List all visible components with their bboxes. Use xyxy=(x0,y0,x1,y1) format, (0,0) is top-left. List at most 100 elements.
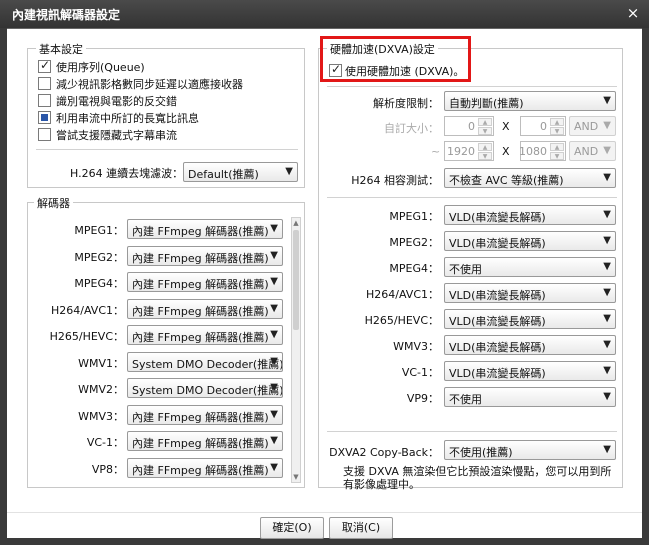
chevron-down-icon: ▼ xyxy=(270,408,278,420)
scroll-down-icon[interactable]: ▼ xyxy=(292,472,300,482)
decoder-row-label: VC-1： xyxy=(86,436,124,449)
basic-divider xyxy=(36,149,298,150)
decoder-row-select[interactable]: 內建 FFmpeg 解碼器(推薦) ▼ xyxy=(127,431,283,451)
aspect-ratio-checkbox[interactable] xyxy=(38,111,51,124)
min-height-spinner[interactable]: 0 ▲ ▼ xyxy=(520,116,566,136)
decoder-row-value: 內建 FFmpeg 解碼器(推薦) xyxy=(132,437,269,450)
max-operator-value: AND xyxy=(574,145,599,158)
chevron-down-icon: ▼ xyxy=(603,145,611,156)
decoder-row-label: H264/AVC1： xyxy=(51,303,124,317)
chevron-down-icon: ▼ xyxy=(603,261,611,272)
dxva-codec-label: WMV3： xyxy=(393,340,439,353)
copyback-select[interactable]: 不使用(推薦) ▼ xyxy=(444,440,616,460)
basic-settings-group: 基本設定 使用序列(Queue) 減少視訊影格數同步延遲以適應接收器 識別電視與… xyxy=(27,41,305,188)
decoder-row-label: MPEG2： xyxy=(74,250,124,264)
spin-up-icon[interactable]: ▲ xyxy=(478,143,492,151)
chevron-down-icon: ▼ xyxy=(603,95,611,106)
title-bar[interactable]: 內建視訊解碼器設定 × xyxy=(0,0,649,28)
close-icon[interactable]: × xyxy=(625,5,641,21)
spin-up-icon[interactable]: ▲ xyxy=(550,118,564,126)
decoder-row-label: MPEG1： xyxy=(74,224,124,237)
spin-up-icon[interactable]: ▲ xyxy=(550,143,564,151)
decoder-row-label: MPEG4： xyxy=(74,277,124,290)
deblock-select[interactable]: Default(推薦) ▼ xyxy=(183,162,298,182)
decoder-scrollbar[interactable]: ▲ ▼ xyxy=(291,217,301,483)
min-operator-select[interactable]: AND ▼ xyxy=(569,116,616,136)
decoder-row-value: 內建 FFmpeg 解碼器(推薦) xyxy=(132,304,269,318)
ok-button[interactable]: 確定(O) xyxy=(260,517,324,539)
deinterlace-label: 識別電視與電影的反交錯 xyxy=(56,95,177,108)
decoder-group: 解碼器 MPEG1： 內建 FFmpeg 解碼器(推薦) ▼ MPEG2： 內建 FFm… xyxy=(27,195,305,488)
min-width-value: 0 xyxy=(468,120,475,133)
dxva-codec-select[interactable]: VLD(串流變長解碼) ▼ xyxy=(444,361,616,381)
decoder-row-select[interactable]: System DMO Decoder(推薦) ▼ xyxy=(127,351,283,372)
decoder-row-select[interactable]: 內建 FFmpeg 解碼器(推薦) ▼ xyxy=(127,404,283,425)
closed-caption-checkbox[interactable] xyxy=(38,128,51,141)
aspect-ratio-label: 利用串流中所訂的長寬比訊息 xyxy=(56,112,199,125)
decoder-row-value: 內建 FFmpeg 解碼器(推薦) xyxy=(132,331,269,344)
dxva-group: 硬體加速(DXVA)設定 使用硬體加速 (DXVA)。 解析度限制： 自動判斷(… xyxy=(318,41,623,491)
max-operator-select[interactable]: AND ▼ xyxy=(569,141,616,161)
dxva-codec-label: MPEG1： xyxy=(389,210,439,223)
max-width-spinner[interactable]: 1920 ▲ ▼ xyxy=(444,141,494,161)
dialog-window: 內建視訊解碼器設定 × 基本設定 使用序列(Queue) 減少視訊影格數同步延遲… xyxy=(0,0,649,545)
dxva-codec-value: VLD(串流變長解碼) xyxy=(449,341,546,354)
chevron-down-icon: ▼ xyxy=(270,223,278,234)
decoder-row-label: WMV1： xyxy=(78,356,124,370)
dxva-codec-select[interactable]: VLD(串流變長解碼) ▼ xyxy=(444,309,616,329)
h264-compat-value: 不檢查 AVC 等級(推薦) xyxy=(449,174,564,187)
decoder-row-select[interactable]: 內建 FFmpeg 解碼器(推薦) ▼ xyxy=(127,219,283,239)
decoder-row-select[interactable]: 內建 FFmpeg 解碼器(推薦) ▼ xyxy=(127,245,283,266)
dxva-codec-select[interactable]: 不使用 ▼ xyxy=(444,257,616,277)
decoder-row-select[interactable]: 內建 FFmpeg 解碼器(推薦) ▼ xyxy=(127,298,283,319)
spin-up-icon[interactable]: ▲ xyxy=(478,118,492,126)
dxva-codec-select[interactable]: VLD(串流變長解碼) ▼ xyxy=(444,335,616,355)
max-height-spinner[interactable]: 1080 ▲ ▼ xyxy=(519,141,566,161)
decoder-row-select[interactable]: 內建 FFmpeg 解碼器(推薦) ▼ xyxy=(127,457,283,478)
dxva-codec-value: 不使用 xyxy=(449,393,482,406)
copyback-label: DXVA2 Copy-Back： xyxy=(329,446,439,459)
chevron-down-icon: ▼ xyxy=(270,329,278,340)
deinterlace-checkbox[interactable] xyxy=(38,94,51,107)
dxva-codec-select[interactable]: 不使用 ▼ xyxy=(444,387,616,407)
decoder-row-value: System DMO Decoder(推薦) xyxy=(132,357,283,371)
reduce-delay-label: 減少視訊影格數同步延遲以適應接收器 xyxy=(56,78,243,91)
decoder-legend: 解碼器 xyxy=(34,195,73,211)
spin-down-icon[interactable]: ▼ xyxy=(550,127,564,135)
decoder-row-select[interactable]: 內建 FFmpeg 解碼器(推薦) ▼ xyxy=(127,272,283,292)
decoder-row-value: 內建 FFmpeg 解碼器(推薦) xyxy=(132,463,269,477)
closed-caption-label: 嘗試支援隱藏式字幕串流 xyxy=(56,129,177,142)
chevron-down-icon: ▼ xyxy=(270,355,278,367)
dxva-codec-value: VLD(串流變長解碼) xyxy=(449,315,546,328)
chevron-down-icon: ▼ xyxy=(603,444,611,455)
resolution-limit-select[interactable]: 自動判斷(推薦) ▼ xyxy=(444,91,616,111)
chevron-down-icon: ▼ xyxy=(270,382,278,393)
decoder-row-select[interactable]: 內建 FFmpeg 解碼器(推薦) ▼ xyxy=(127,325,283,345)
dialog-content: 基本設定 使用序列(Queue) 減少視訊影格數同步延遲以適應接收器 識別電視與… xyxy=(7,28,642,539)
decoder-row-select[interactable]: System DMO Decoder(推薦) ▼ xyxy=(127,378,283,398)
min-width-spinner[interactable]: 0 ▲ ▼ xyxy=(444,116,494,136)
max-width-value: 1920 xyxy=(447,145,475,158)
chevron-down-icon: ▼ xyxy=(603,172,611,183)
spin-down-icon[interactable]: ▼ xyxy=(550,152,564,160)
resolution-limit-value: 自動判斷(推薦) xyxy=(449,97,524,110)
spin-down-icon[interactable]: ▼ xyxy=(478,127,492,135)
dxva-codec-label: VP9： xyxy=(406,392,439,405)
spin-down-icon[interactable]: ▼ xyxy=(478,152,492,160)
scroll-thumb[interactable] xyxy=(293,230,299,330)
chevron-down-icon: ▼ xyxy=(603,235,611,246)
chevron-down-icon: ▼ xyxy=(603,287,611,298)
cancel-button[interactable]: 取消(C) xyxy=(329,517,393,539)
dxva-codec-select[interactable]: VLD(串流變長解碼) ▼ xyxy=(444,283,616,303)
decoder-row-label: H265/HEVC： xyxy=(49,330,124,343)
scroll-up-icon[interactable]: ▲ xyxy=(292,218,300,228)
dxva-codec-select[interactable]: VLD(串流變長解碼) ▼ xyxy=(444,205,616,225)
dxva-codec-label: MPEG2： xyxy=(389,236,439,249)
queue-checkbox[interactable] xyxy=(38,58,51,73)
chevron-down-icon: ▼ xyxy=(285,166,293,177)
chevron-down-icon: ▼ xyxy=(603,313,611,324)
dxva-codec-select[interactable]: VLD(串流變長解碼) ▼ xyxy=(444,231,616,251)
h264-compat-select[interactable]: 不檢查 AVC 等級(推薦) ▼ xyxy=(444,168,616,188)
reduce-delay-checkbox[interactable] xyxy=(38,77,51,90)
chevron-down-icon: ▼ xyxy=(270,276,278,287)
